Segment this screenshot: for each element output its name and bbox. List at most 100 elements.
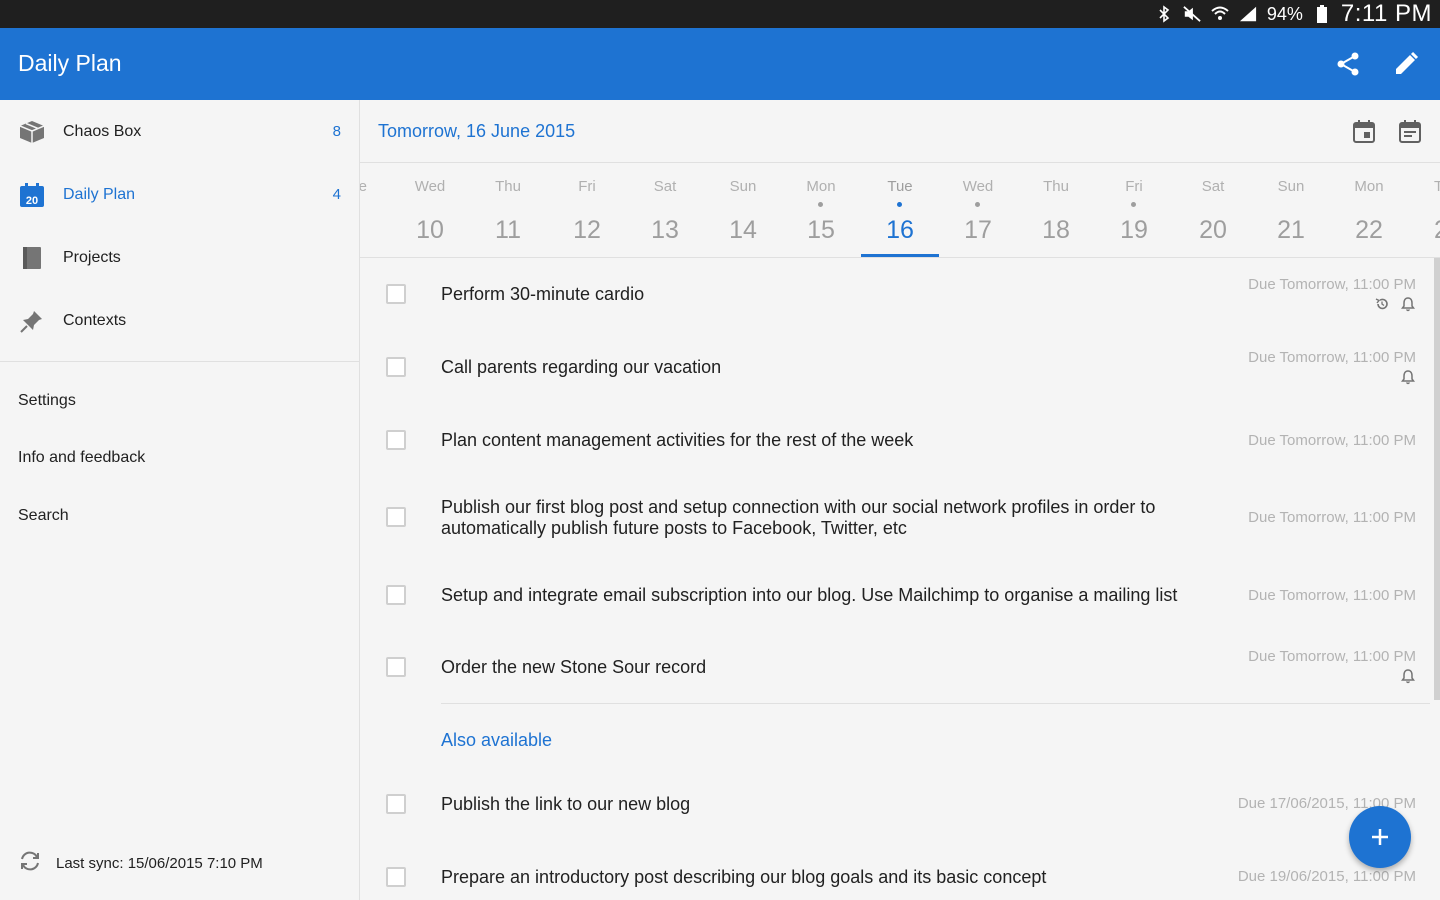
book-icon bbox=[18, 244, 46, 272]
battery-percent: 94% bbox=[1266, 3, 1303, 24]
repeat-icon bbox=[1374, 296, 1390, 312]
signal-icon bbox=[1239, 5, 1257, 23]
battery-icon bbox=[1313, 5, 1331, 23]
task-title: Perform 30-minute cardio bbox=[441, 284, 645, 304]
sidebar-item-chaos-box[interactable]: Chaos Box 8 bbox=[0, 100, 359, 163]
status-bar: 94% 7:11 PM bbox=[0, 0, 1440, 28]
task-checkbox[interactable] bbox=[386, 585, 406, 605]
day-22[interactable]: Mon 22 bbox=[1330, 164, 1408, 257]
scrollbar[interactable] bbox=[1434, 258, 1440, 700]
share-button[interactable] bbox=[1332, 48, 1364, 80]
bell-icon bbox=[1400, 296, 1416, 312]
calendar-icon: 20 bbox=[18, 181, 46, 209]
day-partial-next[interactable]: T 2 bbox=[1430, 164, 1440, 257]
day-15[interactable]: Mon 15 bbox=[782, 164, 860, 257]
day-12[interactable]: Fri 12 bbox=[548, 164, 626, 257]
day-18[interactable]: Thu 18 bbox=[1017, 164, 1095, 257]
task-row[interactable]: Order the new Stone Sour record Due Tomo… bbox=[360, 633, 1430, 703]
selected-underline bbox=[861, 254, 939, 257]
sidebar-item-daily-plan[interactable]: 20 Daily Plan 4 bbox=[0, 163, 359, 226]
mute-icon bbox=[1183, 5, 1201, 23]
task-row[interactable]: Publish the link to our new blog Due 17/… bbox=[360, 768, 1430, 840]
date-title: Tomorrow, 16 June 2015 bbox=[378, 121, 576, 141]
task-title: Call parents regarding our vacation bbox=[441, 357, 722, 377]
day-14[interactable]: Sun 14 bbox=[704, 164, 782, 257]
sidebar-item-projects[interactable]: Projects bbox=[0, 226, 359, 289]
box-icon bbox=[18, 118, 46, 146]
task-title: Order the new Stone Sour record bbox=[441, 657, 707, 677]
day-16-selected[interactable]: Tue 16 bbox=[861, 164, 939, 257]
pin-icon bbox=[18, 307, 46, 335]
task-title: Prepare an introductory post describing … bbox=[441, 867, 1047, 887]
section-divider bbox=[441, 703, 1430, 704]
task-dot bbox=[897, 202, 902, 207]
task-due: Due Tomorrow, 11:00 PM bbox=[1248, 587, 1416, 604]
task-dot bbox=[975, 202, 980, 207]
sync-text: Last sync: 15/06/2015 7:10 PM bbox=[56, 854, 263, 872]
day-17[interactable]: Wed 17 bbox=[939, 164, 1017, 257]
sidebar: Chaos Box 8 20 Daily Plan 4 Projects Con… bbox=[0, 100, 360, 900]
task-checkbox[interactable] bbox=[386, 507, 406, 527]
task-due: Due Tomorrow, 11:00 PM bbox=[1248, 276, 1416, 293]
task-row[interactable]: Plan content management activities for t… bbox=[360, 404, 1430, 476]
task-checkbox[interactable] bbox=[386, 867, 406, 887]
sidebar-item-contexts[interactable]: Contexts bbox=[0, 289, 359, 352]
calendar-view-button[interactable] bbox=[1398, 118, 1422, 144]
calendar-today-icon bbox=[1353, 120, 1375, 143]
also-available-header: Also available bbox=[441, 730, 553, 750]
app-bar: Daily Plan bbox=[0, 28, 1440, 100]
task-checkbox[interactable] bbox=[386, 794, 406, 814]
sync-icon bbox=[18, 850, 42, 876]
edit-button[interactable] bbox=[1390, 48, 1422, 80]
sidebar-item-label: Projects bbox=[63, 248, 121, 266]
task-row[interactable]: Setup and integrate email subscription i… bbox=[360, 560, 1430, 632]
task-row[interactable]: Call parents regarding our vacation Due … bbox=[360, 331, 1430, 403]
day-21[interactable]: Sun 21 bbox=[1252, 164, 1330, 257]
day-19[interactable]: Fri 19 bbox=[1095, 164, 1173, 257]
task-due: Due Tomorrow, 11:00 PM bbox=[1248, 349, 1416, 366]
menu-search[interactable]: Search bbox=[18, 507, 69, 525]
main-panel: Tomorrow, 16 June 2015 e Wed10 Thu11 Fri… bbox=[360, 100, 1440, 900]
sync-status[interactable]: Last sync: 15/06/2015 7:10 PM bbox=[18, 850, 263, 876]
item-count: 4 bbox=[332, 186, 341, 203]
wifi-icon bbox=[1211, 5, 1229, 23]
sidebar-divider bbox=[0, 361, 359, 362]
task-row[interactable]: Perform 30-minute cardio Due Tomorrow, 1… bbox=[360, 258, 1430, 330]
app-title: Daily Plan bbox=[18, 50, 122, 76]
task-dot bbox=[818, 202, 823, 207]
sidebar-item-label: Chaos Box bbox=[63, 122, 142, 140]
edit-icon bbox=[1396, 51, 1419, 74]
status-time: 7:11 PM bbox=[1340, 0, 1432, 27]
day-partial-prev[interactable]: e bbox=[360, 164, 369, 257]
bell-icon bbox=[1400, 668, 1416, 684]
task-checkbox[interactable] bbox=[386, 284, 406, 304]
task-due: Due Tomorrow, 11:00 PM bbox=[1248, 509, 1416, 526]
day-20[interactable]: Sat 20 bbox=[1174, 164, 1252, 257]
date-header: Tomorrow, 16 June 2015 bbox=[360, 100, 1440, 163]
task-title: Setup and integrate email subscription i… bbox=[441, 585, 1178, 605]
task-due: Due Tomorrow, 11:00 PM bbox=[1248, 432, 1416, 449]
task-title: Plan content management activities for t… bbox=[441, 430, 914, 450]
menu-settings[interactable]: Settings bbox=[18, 392, 76, 410]
day-strip[interactable]: e Wed10 Thu11 Fri12 Sat13 Sun14 Mon15 Tu… bbox=[360, 164, 1440, 258]
sidebar-item-label: Contexts bbox=[63, 311, 127, 329]
day-10[interactable]: Wed 10 bbox=[391, 164, 469, 257]
today-button[interactable] bbox=[1352, 118, 1376, 144]
task-title: Publish the link to our new blog bbox=[441, 794, 691, 814]
day-11[interactable]: Thu 11 bbox=[469, 164, 547, 257]
task-checkbox[interactable] bbox=[386, 430, 406, 450]
task-row[interactable]: Publish our first blog post and setup co… bbox=[360, 477, 1430, 559]
task-title: Publish our first blog post and setup co… bbox=[441, 497, 1156, 538]
add-task-button[interactable] bbox=[1349, 806, 1411, 868]
menu-info-feedback[interactable]: Info and feedback bbox=[18, 449, 145, 467]
sidebar-item-label: Daily Plan bbox=[63, 185, 136, 203]
task-checkbox[interactable] bbox=[386, 357, 406, 377]
share-icon bbox=[1337, 52, 1359, 76]
bluetooth-icon bbox=[1155, 5, 1173, 23]
task-dot bbox=[1131, 202, 1136, 207]
task-due: Due 19/06/2015, 11:00 PM bbox=[1237, 868, 1416, 885]
day-13[interactable]: Sat 13 bbox=[626, 164, 704, 257]
svg-text:20: 20 bbox=[26, 195, 38, 207]
task-row[interactable]: Prepare an introductory post describing … bbox=[360, 841, 1430, 900]
task-checkbox[interactable] bbox=[386, 657, 406, 677]
